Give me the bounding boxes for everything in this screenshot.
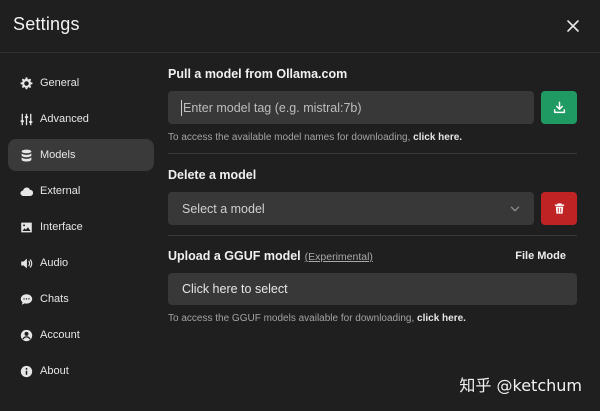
database-icon [19, 148, 33, 162]
pull-model-button[interactable] [541, 91, 577, 124]
pull-hint-link[interactable]: click here. [413, 132, 462, 143]
sidebar-item-interface[interactable]: Interface [8, 211, 154, 243]
gear-icon [19, 76, 33, 90]
sidebar-item-advanced[interactable]: Advanced [8, 103, 154, 135]
delete-model-button[interactable] [541, 192, 577, 225]
pull-hint: To access the available model names for … [168, 132, 577, 143]
sidebar-item-general[interactable]: General [8, 67, 154, 99]
sidebar-item-models[interactable]: Models [8, 139, 154, 171]
model-select-value: Select a model [182, 201, 265, 216]
sidebar-item-label: Models [40, 149, 76, 161]
section-divider [168, 235, 577, 236]
pull-hint-text: To access the available model names for … [168, 132, 414, 143]
select-file-button[interactable]: Click here to select [168, 273, 577, 305]
trash-icon [554, 203, 564, 214]
model-tag-placeholder: Enter model tag (e.g. mistral:7b) [183, 100, 362, 115]
info-icon [19, 364, 33, 378]
sidebar-item-label: Advanced [40, 113, 89, 125]
sliders-icon [19, 112, 33, 126]
chevron-down-icon [510, 206, 520, 211]
download-icon [553, 101, 565, 114]
close-icon [567, 20, 579, 32]
image-icon [19, 220, 33, 234]
upload-gguf-heading: Upload a GGUF model (Experimental) [168, 249, 373, 263]
upload-gguf-header: Upload a GGUF model (Experimental) File M… [168, 249, 577, 263]
sidebar-item-account[interactable]: Account [8, 319, 154, 351]
page-title: Settings [13, 14, 80, 34]
sidebar-item-label: General [40, 77, 80, 89]
upload-gguf-title: Upload a GGUF model [168, 249, 301, 263]
text-caret [181, 99, 182, 116]
models-panel: Pull a model from Ollama.com Enter model… [168, 67, 577, 324]
settings-modal: Settings General Advanced Models Externa… [0, 0, 600, 411]
model-tag-input[interactable]: Enter model tag (e.g. mistral:7b) [168, 91, 534, 124]
cloud-icon [19, 184, 33, 198]
section-divider [168, 153, 577, 154]
sidebar-item-label: Account [40, 329, 80, 341]
sidebar-item-audio[interactable]: Audio [8, 247, 154, 279]
gguf-hint-link[interactable]: click here. [417, 313, 466, 324]
delete-model-row: Select a model [168, 192, 577, 225]
watermark: 知乎 @ketchum [459, 376, 582, 395]
sidebar-item-label: About [40, 365, 69, 377]
file-mode-toggle[interactable]: File Mode [515, 250, 566, 262]
experimental-link[interactable]: (Experimental) [305, 251, 373, 263]
settings-sidebar: General Advanced Models External Interfa… [8, 67, 154, 391]
sidebar-item-chats[interactable]: Chats [8, 283, 154, 315]
pull-model-heading: Pull a model from Ollama.com [168, 67, 348, 81]
gguf-hint: To access the GGUF models available for … [168, 313, 577, 324]
sidebar-item-label: Chats [40, 293, 69, 305]
gguf-hint-text: To access the GGUF models available for … [168, 313, 418, 324]
sidebar-item-label: Interface [40, 221, 83, 233]
model-select[interactable]: Select a model [168, 192, 534, 225]
speaker-icon [19, 256, 33, 270]
sidebar-item-label: Audio [40, 257, 69, 269]
sidebar-item-about[interactable]: About [8, 355, 154, 387]
sidebar-item-label: External [40, 185, 81, 197]
user-icon [19, 328, 33, 342]
close-button[interactable] [563, 16, 583, 36]
chat-bubble-icon [19, 292, 33, 306]
pull-model-row: Enter model tag (e.g. mistral:7b) [168, 91, 577, 124]
header-divider [0, 52, 600, 53]
delete-model-heading: Delete a model [168, 168, 257, 182]
sidebar-item-external[interactable]: External [8, 175, 154, 207]
